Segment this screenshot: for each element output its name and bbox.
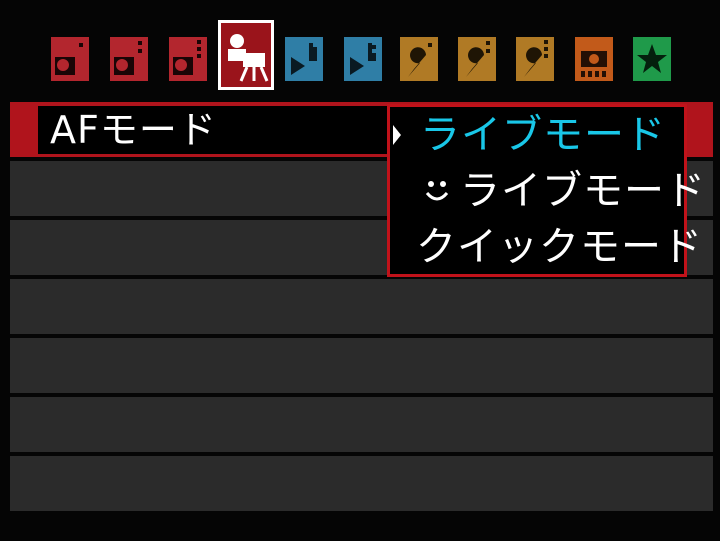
menu-row-empty <box>10 397 713 452</box>
camera-icon <box>51 37 89 81</box>
option-quick-mode[interactable]: クイックモード <box>390 219 702 275</box>
option-label: ライブモード <box>420 112 666 158</box>
option-label: ライブモード <box>460 168 706 214</box>
af-mode-label: AFモード <box>50 108 217 152</box>
wrench-icon <box>458 37 496 81</box>
custom-function-camera-icon <box>575 37 613 81</box>
af-mode-dropdown: ライブモード ライブモード クイックモード <box>387 104 705 277</box>
option-face-live-mode[interactable]: ライブモード <box>390 163 705 219</box>
tab-playback-1[interactable] <box>283 27 325 85</box>
menu-row-empty <box>10 279 713 334</box>
tab-shooting-2[interactable] <box>108 27 150 85</box>
playback-icon <box>344 37 382 81</box>
camera-icon <box>110 37 148 81</box>
wrench-icon <box>516 37 554 81</box>
live-view-camera-icon <box>228 34 269 82</box>
tab-my-menu[interactable] <box>631 27 673 85</box>
tab-setup-3[interactable] <box>514 27 556 85</box>
tab-live-view[interactable] <box>218 20 274 90</box>
menu-row-empty <box>10 338 713 393</box>
tab-custom-functions[interactable] <box>573 27 615 85</box>
camera-icon <box>169 37 207 81</box>
selection-caret-icon <box>393 125 401 145</box>
tab-shooting-3[interactable] <box>167 27 209 85</box>
option-live-mode[interactable]: ライブモード <box>390 107 684 163</box>
tab-playback-2[interactable] <box>342 27 384 85</box>
tab-setup-2[interactable] <box>456 27 498 85</box>
face-detection-icon <box>425 181 449 201</box>
playback-icon <box>285 37 323 81</box>
menu-tab-bar <box>0 0 720 96</box>
menu-row-empty <box>10 456 713 511</box>
tab-setup-1[interactable] <box>398 27 440 85</box>
tab-shooting-1[interactable] <box>49 27 91 85</box>
wrench-icon <box>400 37 438 81</box>
option-label: クイックモード <box>416 224 703 270</box>
star-icon <box>633 37 671 81</box>
